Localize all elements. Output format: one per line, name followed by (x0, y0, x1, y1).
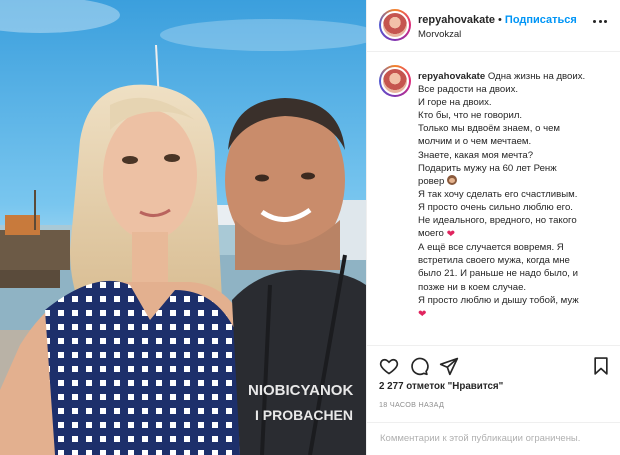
red-heart-emoji-icon: ❤ (446, 229, 455, 241)
caption-line: Я просто очень сильно люблю его. (418, 201, 573, 213)
caption-line: А ещё все случается вовремя. Я (418, 242, 564, 254)
caption-line: Только мы вдвоём знаем, о чем (418, 123, 561, 135)
caption-line: Одна жизнь на двоих. (487, 71, 586, 82)
comment-icon[interactable] (409, 356, 429, 376)
caption-line: было 21. И раньше не надо было, и (418, 268, 578, 280)
caption-line-with-emoji: моего ❤ (418, 228, 455, 241)
post-header: repyahovakate • Подписаться Morvokzal (367, 0, 620, 52)
caption-line: Знаете, какая моя мечта? (418, 149, 534, 161)
caption-line: Не идеального, вредного, но такого (418, 215, 577, 227)
comments-disabled-notice: Комментарии к этой публикации ограничены… (367, 422, 620, 455)
follow-button[interactable]: Подписаться (505, 14, 577, 26)
caption-username[interactable]: repyahovakate (418, 71, 485, 82)
avatar[interactable] (379, 9, 411, 41)
share-icon[interactable] (439, 356, 459, 376)
caption-avatar[interactable] (379, 65, 411, 97)
action-bar (367, 345, 620, 385)
monkey-emoji-icon (447, 174, 458, 185)
likes-count[interactable]: 2 277 отметок "Нравится" (379, 381, 503, 392)
caption-line: Все радости на двоих. (418, 84, 519, 96)
location-link[interactable]: Morvokzal (418, 29, 461, 40)
post-photo[interactable]: NIOBICYANOK I PROBACHEN (0, 0, 366, 455)
caption-line: позже ни в коем случае. (418, 281, 527, 293)
caption-line: молчим и о чем мечтаем. (418, 136, 532, 148)
username-link[interactable]: repyahovakate (418, 14, 495, 26)
caption-line: Кто бы, что не говорил. (418, 110, 523, 122)
caption-line: встретила своего мужа, когда мне (418, 255, 570, 267)
shirt-text-2: I PROBACHEN (255, 407, 353, 423)
caption-line: Я так хочу сделать его счастливым. (418, 188, 578, 200)
shirt-text-1: NIOBICYANOK (248, 382, 353, 399)
heart-icon[interactable] (379, 356, 399, 376)
post-timestamp[interactable]: 18 ЧАСОВ НАЗАД (379, 400, 444, 409)
caption-area: repyahovakate Одна жизнь на двоих. Все р… (367, 53, 620, 345)
more-icon[interactable] (593, 20, 607, 24)
separator-dot: • (498, 14, 502, 26)
bookmark-icon[interactable] (591, 356, 611, 376)
caption-line-with-emoji: ровер (418, 174, 614, 188)
caption-line: Подарить мужу на 60 лет Ренж (418, 162, 557, 174)
username-row: repyahovakate • Подписаться (418, 14, 577, 26)
caption-line: И горе на двоих. (418, 97, 492, 109)
caption-line: Я просто люблю и дышу тобой, муж (418, 294, 579, 306)
caption-text: repyahovakate Одна жизнь на двоих. Все р… (418, 70, 614, 321)
post-side-panel: repyahovakate • Подписаться Morvokzal repy… (366, 0, 620, 455)
red-heart-emoji-icon: ❤ (418, 308, 427, 320)
